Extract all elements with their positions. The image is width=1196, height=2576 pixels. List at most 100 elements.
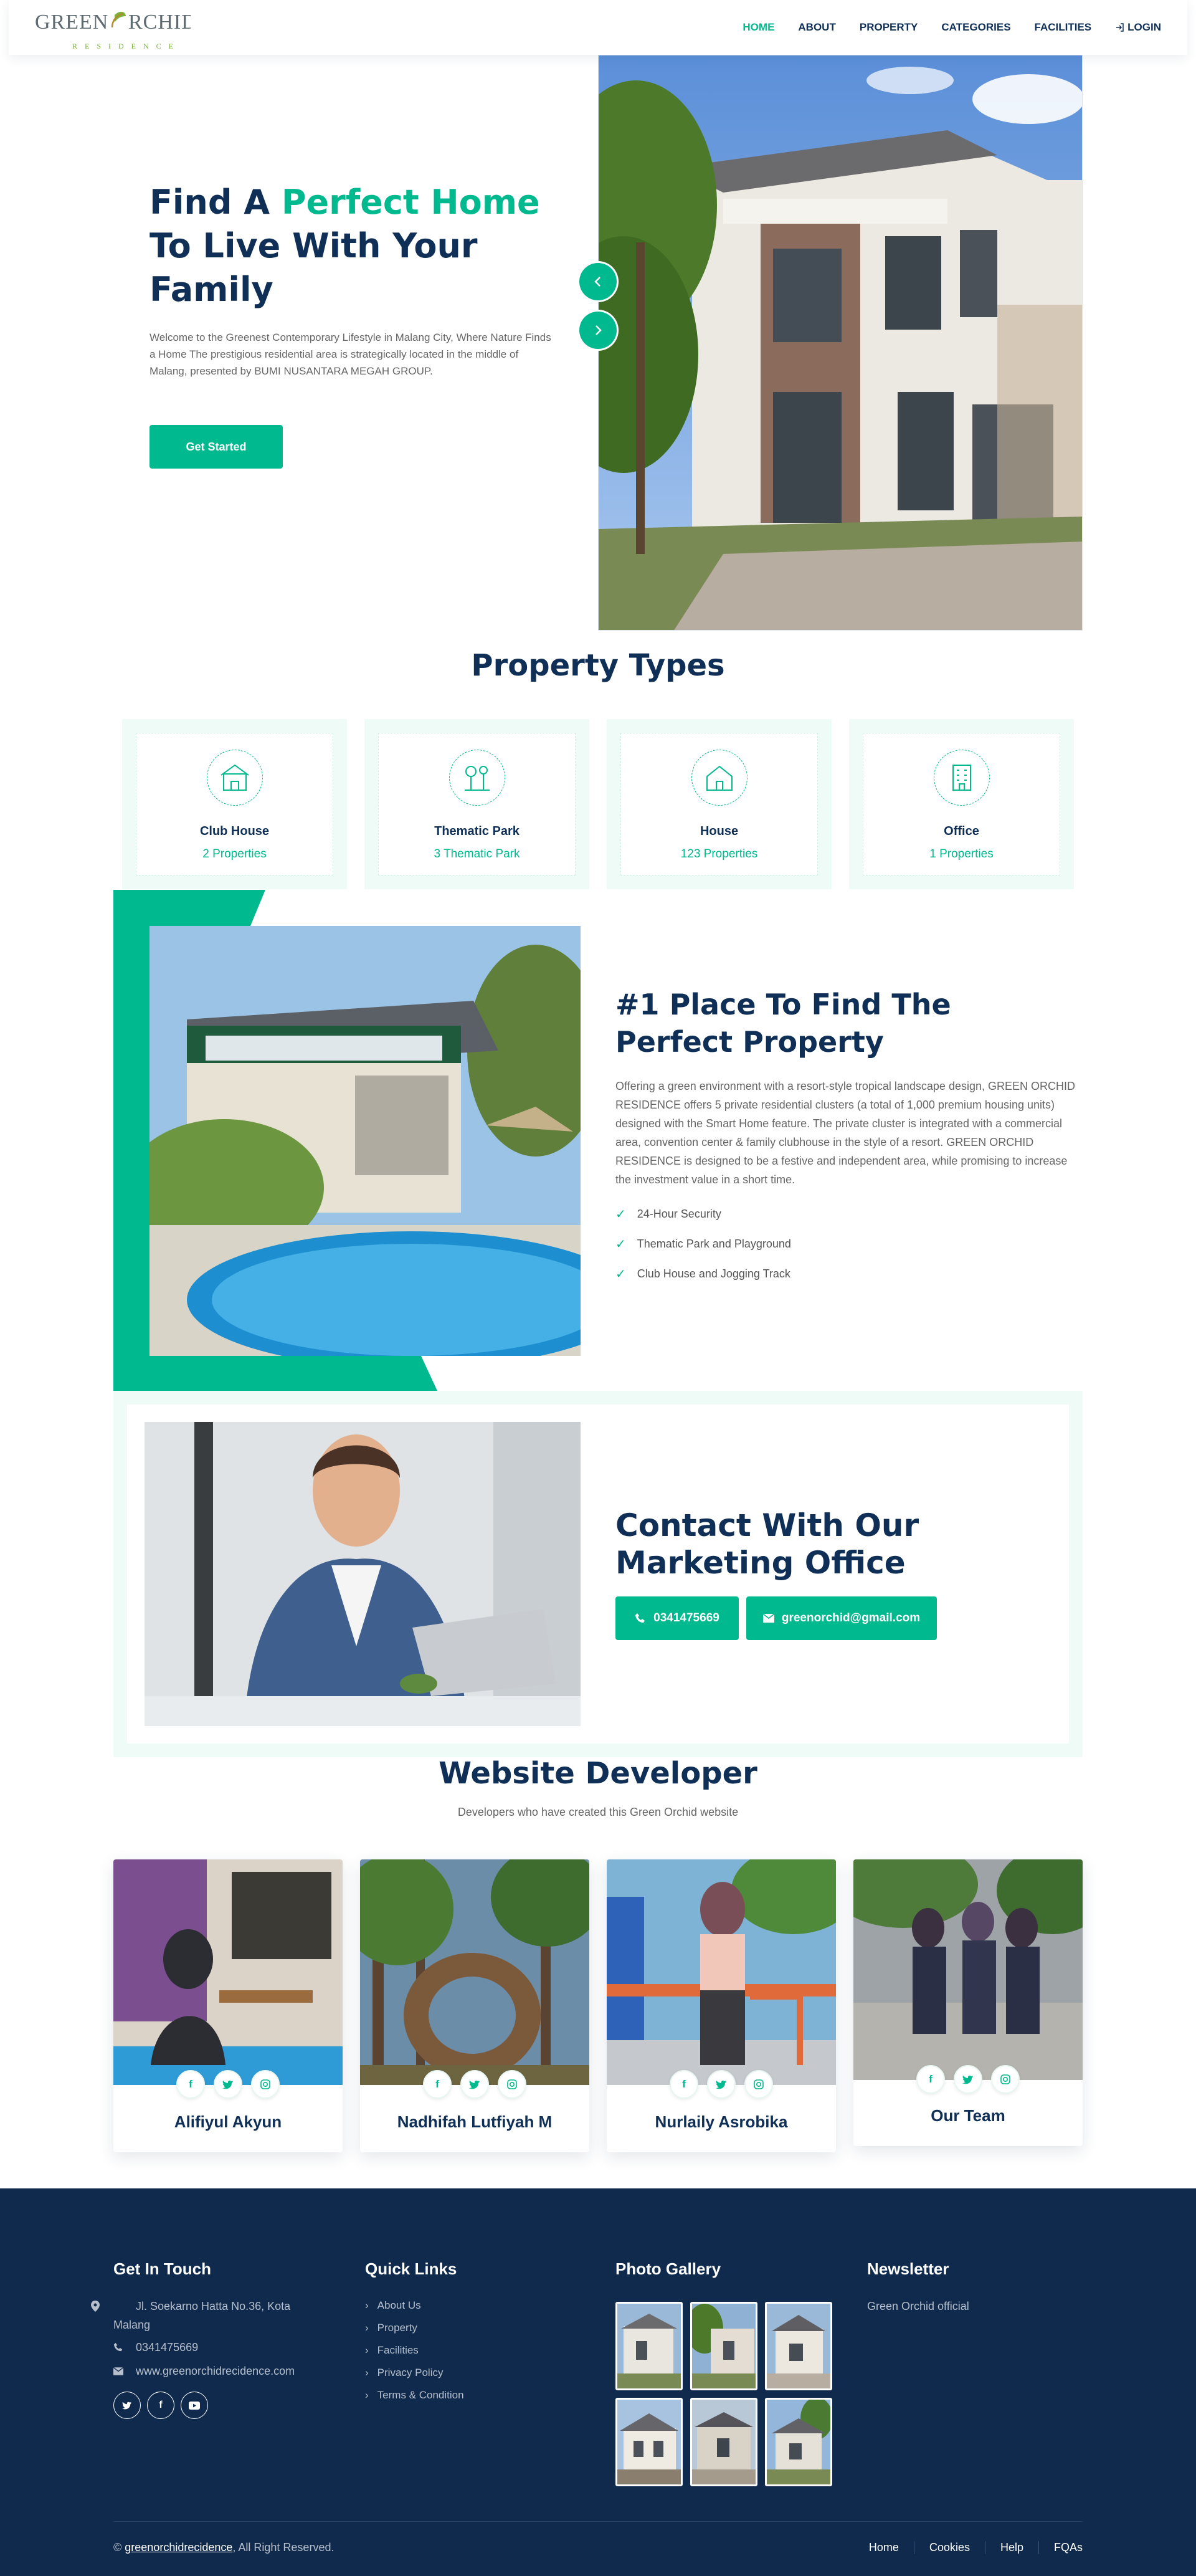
phone-icon xyxy=(113,2342,123,2352)
get-started-button[interactable]: Get Started xyxy=(150,425,283,469)
nav-about[interactable]: ABOUT xyxy=(798,21,835,34)
copyright-link[interactable]: greenorchidrecidence xyxy=(125,2541,232,2554)
hero-title-part2: To Live With Your Family xyxy=(150,226,478,309)
map-marker-icon xyxy=(91,2301,100,2312)
footer-menu-help[interactable]: Help xyxy=(985,2541,1039,2554)
twitter-icon[interactable] xyxy=(113,2392,141,2419)
footer-address-text: Jl. Soekarno Hatta No.36, Kota Malang xyxy=(113,2300,291,2331)
carousel-next-button[interactable] xyxy=(579,312,617,349)
footer-link-facilities[interactable]: › Facilities xyxy=(365,2339,464,2362)
park-icon xyxy=(448,750,505,806)
type-card-thematic-park[interactable]: Thematic Park 3 Thematic Park xyxy=(364,719,589,889)
footer-link-label: Facilities xyxy=(377,2344,419,2356)
footer-link-about[interactable]: › About Us xyxy=(365,2294,464,2317)
type-card-club-house[interactable]: Club House 2 Properties xyxy=(122,719,347,889)
email-address: greenorchid@gmail.com xyxy=(781,1611,921,1624)
type-name: Club House xyxy=(199,824,270,838)
chevron-right-icon xyxy=(596,325,602,335)
email-button[interactable]: greenorchid@gmail.com xyxy=(746,1596,937,1640)
type-card-office[interactable]: Office 1 Properties xyxy=(849,719,1074,889)
gallery-photo[interactable] xyxy=(690,2398,757,2486)
gallery-photo[interactable] xyxy=(765,2302,832,2390)
property-types-title: Property Types xyxy=(471,648,725,683)
type-count: 123 Properties xyxy=(680,847,758,861)
twitter-icon[interactable] xyxy=(460,2070,489,2099)
team-member-name: Nadhifah Lutfiyah M xyxy=(397,2112,553,2131)
footer-bottom-menu: Home Cookies Help FQAs xyxy=(854,2541,1083,2554)
team-member-name: Our Team xyxy=(931,2106,1005,2125)
nav-categories[interactable]: CATEGORIES xyxy=(941,21,1010,34)
facebook-icon[interactable]: f xyxy=(916,2065,945,2094)
nav-facilities[interactable]: FACILITIES xyxy=(1035,21,1092,34)
social-links: f xyxy=(360,2070,589,2099)
hero-title: Find A Perfect Home To Live With Your Fa… xyxy=(150,181,554,312)
footer-divider xyxy=(113,2521,1083,2522)
instagram-icon[interactable] xyxy=(251,2070,280,2099)
team-member-photo xyxy=(113,1859,343,2085)
logo[interactable]: GREEN RCHID RESIDENCE xyxy=(35,9,209,50)
feature-item: ✓ Club House and Jogging Track xyxy=(615,1259,1051,1289)
footer-link-property[interactable]: › Property xyxy=(365,2317,464,2339)
phone-icon xyxy=(635,1613,645,1623)
gallery-photo[interactable] xyxy=(615,2302,683,2390)
team-subtitle: Developers who have created this Green O… xyxy=(457,1806,739,1818)
about-title: #1 Place To Find The Perfect Property xyxy=(615,988,951,1059)
club-house-icon xyxy=(206,750,263,806)
type-count: 2 Properties xyxy=(202,847,267,861)
phone-button[interactable]: 0341475669 xyxy=(615,1596,739,1640)
gallery-photo[interactable] xyxy=(690,2302,757,2390)
instagram-icon[interactable] xyxy=(744,2070,773,2099)
nav-login[interactable]: LOGIN xyxy=(1115,21,1161,34)
chevron-right-icon: › xyxy=(365,2322,369,2334)
chevron-left-icon xyxy=(594,277,600,287)
twitter-icon[interactable] xyxy=(214,2070,242,2099)
team-member-photo xyxy=(607,1859,836,2085)
footer-link-privacy[interactable]: › Privacy Policy xyxy=(365,2362,464,2384)
facebook-icon[interactable]: f xyxy=(176,2070,205,2099)
type-count: 3 Thematic Park xyxy=(434,847,520,861)
facebook-icon[interactable]: f xyxy=(670,2070,698,2099)
copyright: © greenorchidrecidence, All Right Reserv… xyxy=(113,2541,334,2554)
youtube-icon[interactable] xyxy=(181,2392,208,2419)
social-links: f xyxy=(607,2070,836,2099)
footer xyxy=(0,2188,1196,2576)
nav-home[interactable]: HOME xyxy=(743,21,774,34)
check-icon: ✓ xyxy=(615,1237,626,1251)
footer-address: Jl. Soekarno Hatta No.36, Kota Malang xyxy=(91,2297,325,2334)
footer-menu-fqas[interactable]: FQAs xyxy=(1039,2541,1083,2554)
team-card: f Alifiyul Akyun xyxy=(113,1859,343,2152)
team-member-photo xyxy=(853,1859,1083,2080)
instagram-icon[interactable] xyxy=(498,2070,526,2099)
footer-link-label: Terms & Condition xyxy=(377,2389,464,2401)
footer-menu-cookies[interactable]: Cookies xyxy=(914,2541,985,2554)
chevron-right-icon: › xyxy=(365,2389,369,2401)
check-icon: ✓ xyxy=(615,1267,626,1281)
footer-get-in-touch-title: Get In Touch xyxy=(113,2259,211,2278)
footer-quick-links-title: Quick Links xyxy=(365,2259,457,2278)
footer-website: www.greenorchidrecidence.com xyxy=(113,2362,295,2380)
about-description: Offering a green environment with a reso… xyxy=(615,1080,1075,1186)
office-icon xyxy=(933,750,990,806)
footer-menu-home[interactable]: Home xyxy=(854,2541,914,2554)
gallery-photo[interactable] xyxy=(615,2398,683,2486)
footer-link-label: Property xyxy=(377,2322,417,2334)
twitter-icon[interactable] xyxy=(954,2065,982,2094)
instagram-icon[interactable] xyxy=(991,2065,1020,2094)
carousel-prev-button[interactable] xyxy=(579,263,617,300)
type-name: Thematic Park xyxy=(434,824,520,838)
type-card-house[interactable]: House 123 Properties xyxy=(607,719,832,889)
chevron-right-icon: › xyxy=(365,2299,369,2311)
facebook-icon[interactable]: f xyxy=(147,2392,174,2419)
logo-mark: GREEN RCHID xyxy=(35,11,197,34)
footer-gallery-title: Photo Gallery xyxy=(615,2259,721,2278)
hero-house-image xyxy=(598,55,1083,631)
footer-website-text: www.greenorchidrecidence.com xyxy=(136,2365,295,2377)
facebook-icon[interactable]: f xyxy=(423,2070,452,2099)
chevron-right-icon: › xyxy=(365,2344,369,2356)
footer-link-terms[interactable]: › Terms & Condition xyxy=(365,2384,464,2407)
gallery-photo[interactable] xyxy=(765,2398,832,2486)
twitter-icon[interactable] xyxy=(707,2070,736,2099)
nav-property[interactable]: PROPERTY xyxy=(860,21,918,34)
footer-photo-gallery xyxy=(615,2302,832,2486)
footer-quick-links: › About Us › Property › Facilities › Privacy… xyxy=(365,2294,464,2407)
